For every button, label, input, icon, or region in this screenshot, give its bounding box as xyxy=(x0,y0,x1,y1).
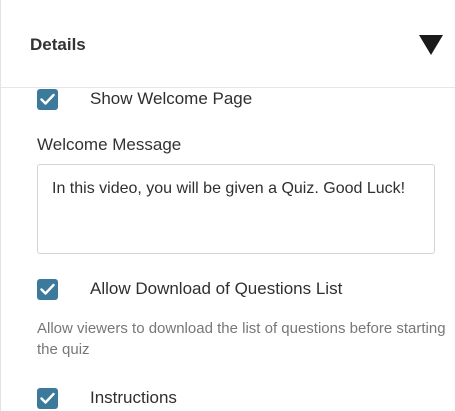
allow-download-help-text: Allow viewers to download the list of qu… xyxy=(37,320,446,358)
show-welcome-page-option[interactable]: Show Welcome Page xyxy=(37,87,252,111)
show-welcome-page-checkbox[interactable] xyxy=(37,88,58,110)
checkmark-icon xyxy=(40,283,55,295)
caret-down-icon[interactable] xyxy=(419,35,443,55)
welcome-message-input[interactable]: In this video, you will be given a Quiz.… xyxy=(37,164,435,254)
allow-download-option[interactable]: Allow Download of Questions List xyxy=(37,277,342,301)
allow-download-label: Allow Download of Questions List xyxy=(90,279,343,298)
instructions-checkbox[interactable] xyxy=(37,387,58,409)
checkmark-icon xyxy=(40,93,55,105)
panel-title: Details xyxy=(30,35,86,54)
allow-download-checkbox[interactable] xyxy=(37,278,58,300)
details-header[interactable]: Details xyxy=(1,0,455,88)
welcome-message-label: Welcome Message xyxy=(37,135,182,154)
instructions-label: Instructions xyxy=(90,388,177,407)
checkmark-icon xyxy=(40,392,55,404)
details-panel: Details Show Welcome Page Welcome Messag… xyxy=(0,0,455,411)
instructions-option[interactable]: Instructions xyxy=(37,386,177,410)
show-welcome-page-label: Show Welcome Page xyxy=(90,89,253,108)
